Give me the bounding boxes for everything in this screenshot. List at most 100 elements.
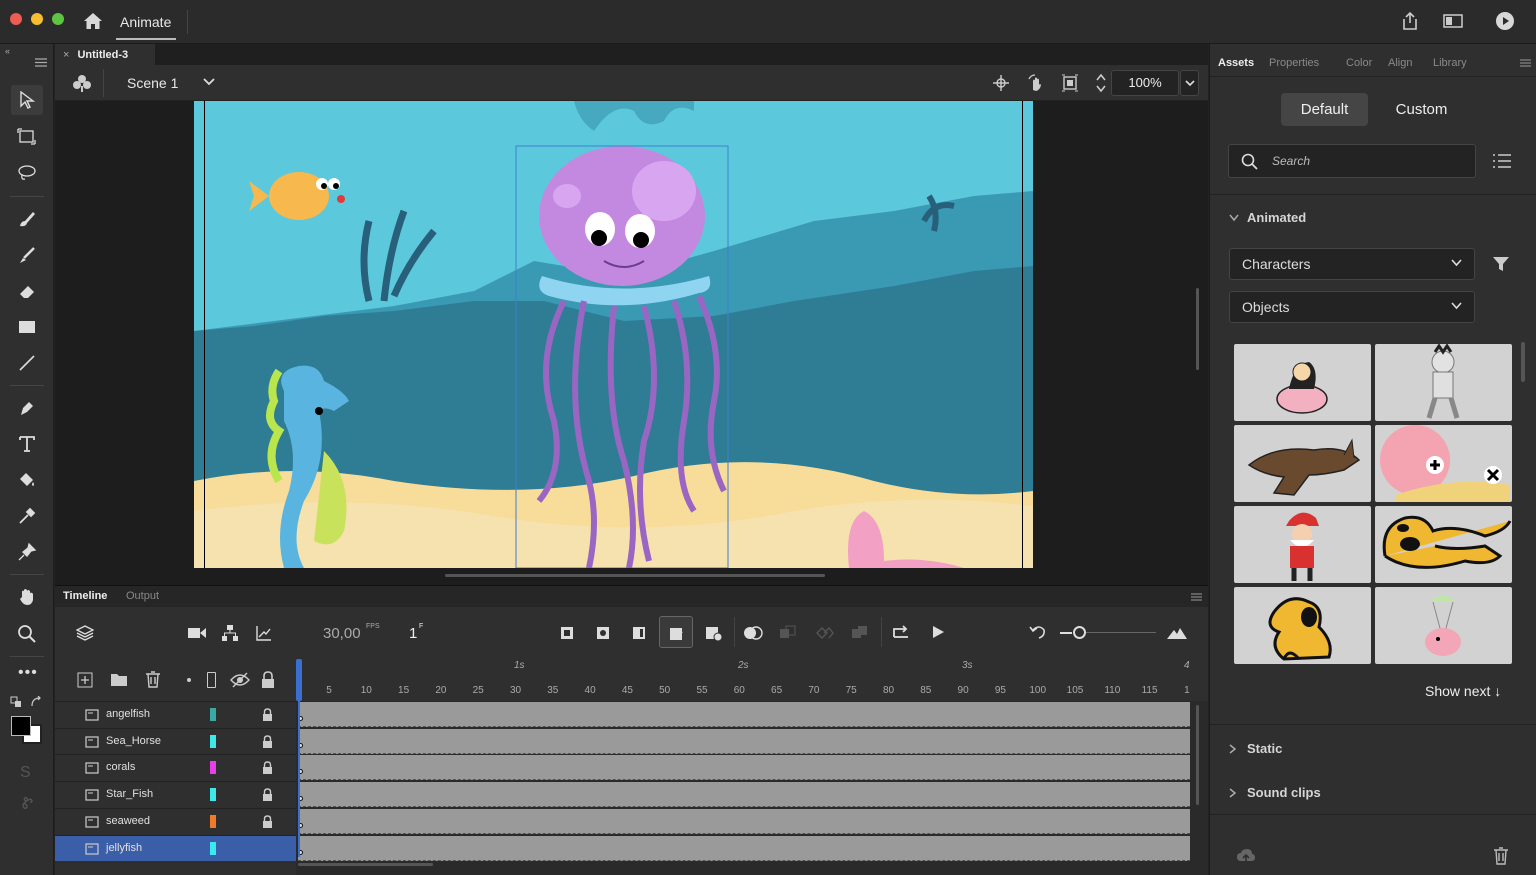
fps-value[interactable]: 30,00 (323, 625, 361, 642)
hide-all-eye-icon[interactable] (230, 672, 250, 688)
animated-chevron-down-icon[interactable] (1229, 214, 1239, 222)
layer-color-swatch[interactable] (210, 708, 216, 721)
tab-timeline[interactable]: Timeline (63, 590, 107, 602)
paint-brush-tool-icon[interactable] (11, 240, 43, 270)
eraser-tool-icon[interactable] (11, 276, 43, 306)
list-view-icon[interactable] (1493, 153, 1511, 169)
stroke-color-swatch[interactable] (11, 716, 31, 736)
layer-color-swatch[interactable] (210, 788, 216, 802)
graph-icon[interactable] (255, 624, 273, 642)
stage-horizontal-scrollbar[interactable] (445, 574, 825, 577)
parenting-icon[interactable] (221, 624, 239, 642)
create-tween-icon[interactable] (743, 625, 763, 641)
zoom-in-mountain-icon[interactable] (1166, 626, 1188, 640)
tab-align[interactable]: Align (1388, 57, 1412, 69)
asset-thumbnail-dog-sitting[interactable] (1234, 587, 1371, 664)
asset-thumbnail-dog-lying[interactable] (1375, 506, 1512, 583)
eyedropper-tool-icon[interactable] (11, 501, 43, 531)
tab-color[interactable]: Color (1346, 57, 1372, 69)
lock-all-icon[interactable] (261, 671, 275, 688)
layer-row[interactable]: seaweed (55, 807, 296, 834)
insert-blank-keyframe-icon[interactable] (596, 626, 610, 640)
layer-name[interactable]: seaweed (106, 815, 150, 827)
frame-ruler[interactable]: 1s 2s 3s 4 5 10 15 20 25 30 35 40 45 50 55 60 65 70 75 80 8… (296, 657, 1208, 701)
asset-thumbnail-pig-rider[interactable] (1234, 344, 1371, 421)
play-icon[interactable] (931, 625, 945, 639)
asset-thumbnail-snail[interactable] (1375, 425, 1512, 502)
rectangle-tool-icon[interactable] (11, 312, 43, 342)
layer-row[interactable]: Star_Fish (55, 781, 296, 807)
panel-menu-icon[interactable] (1520, 59, 1531, 67)
insert-frame-icon[interactable] (632, 626, 646, 640)
lock-icon[interactable] (262, 815, 273, 828)
snap-icon[interactable] (993, 75, 1009, 91)
line-tool-icon[interactable] (11, 348, 43, 378)
tab-output[interactable]: Output (126, 590, 159, 602)
layers-icon[interactable] (76, 624, 94, 642)
timeline-vertical-scrollbar[interactable] (1196, 705, 1199, 805)
stage-area[interactable] (55, 101, 1208, 585)
undo-frame-icon[interactable] (1029, 624, 1047, 640)
scene-name[interactable]: Scene 1 (127, 75, 178, 91)
new-layer-icon[interactable] (77, 672, 93, 688)
shape-tween-icon[interactable] (816, 625, 834, 641)
layer-row[interactable]: jellyfish (55, 834, 296, 861)
fluid-brush-tool-icon[interactable] (11, 204, 43, 234)
rotate-stage-icon[interactable] (1027, 74, 1045, 92)
layer-name[interactable]: corals (106, 761, 135, 773)
paint-bucket-tool-icon[interactable] (11, 465, 43, 495)
convert-keyframes-icon[interactable] (851, 625, 869, 641)
zoom-dropdown-chevron-icon[interactable] (1180, 70, 1199, 96)
frame-row[interactable] (298, 728, 1190, 754)
layer-color-swatch[interactable] (210, 734, 216, 748)
layer-row[interactable]: corals (55, 754, 296, 780)
highlight-layer-icon[interactable] (187, 678, 191, 682)
workspace-icon[interactable] (1443, 13, 1463, 29)
document-tab[interactable]: × Untitled-3 (55, 44, 155, 65)
close-tab-icon[interactable]: × (63, 49, 69, 61)
swap-colors-icon[interactable] (30, 696, 42, 708)
asset-thumbnail-santa[interactable] (1234, 506, 1371, 583)
pin-tool-icon[interactable] (11, 537, 43, 567)
delete-layer-icon[interactable] (145, 671, 161, 688)
test-movie-play-icon[interactable] (1495, 11, 1515, 31)
classic-tween-icon[interactable] (779, 625, 797, 641)
frame-panel[interactable]: 1s 2s 3s 4 5 10 15 20 25 30 35 40 45 50 55 60 65 70 75 80 8… (296, 657, 1208, 875)
timeline-zoom-slider-handle[interactable] (1073, 626, 1086, 639)
share-icon[interactable] (1400, 11, 1420, 31)
auto-keyframe-button[interactable]: A (659, 616, 693, 648)
straighten-icon[interactable]: Ꮡ (22, 796, 33, 814)
layer-row[interactable]: Sea_Horse (55, 727, 296, 754)
layer-color-swatch[interactable] (210, 761, 216, 775)
search-field[interactable]: Search (1228, 144, 1476, 178)
free-transform-tool-icon[interactable] (11, 122, 43, 152)
zoom-tool-icon[interactable] (11, 619, 43, 649)
scene-dropdown-chevron-icon[interactable] (203, 78, 215, 86)
smoothing-icon[interactable]: S (20, 764, 31, 782)
zoom-level-field[interactable]: 100% (1111, 70, 1179, 96)
trash-icon[interactable] (1493, 847, 1509, 865)
frame-row[interactable] (298, 755, 1190, 781)
edit-symbols-icon[interactable] (72, 74, 92, 92)
characters-dropdown[interactable]: Characters (1229, 248, 1475, 280)
camera-icon[interactable] (187, 626, 207, 640)
timeline-zoom-slider-track[interactable] (1086, 632, 1156, 633)
custom-segment-button[interactable]: Custom (1378, 93, 1465, 126)
layer-name[interactable]: jellyfish (106, 842, 142, 854)
sound-chevron-right-icon[interactable] (1229, 788, 1237, 798)
tab-properties[interactable]: Properties (1269, 57, 1319, 69)
asset-thumbnail-mummy[interactable] (1375, 344, 1512, 421)
static-section-title[interactable]: Static (1247, 741, 1282, 756)
lock-icon[interactable] (262, 788, 273, 802)
filter-icon[interactable] (1492, 255, 1510, 273)
show-next-link[interactable]: Show next ↓ (1425, 683, 1501, 699)
zoom-out-icon[interactable] (1060, 632, 1072, 634)
asset-thumbnail-wolf[interactable] (1234, 425, 1371, 502)
layer-name[interactable]: Sea_Horse (106, 735, 161, 747)
lasso-tool-icon[interactable] (11, 158, 43, 188)
frame-row[interactable] (298, 808, 1190, 834)
frame-row[interactable] (298, 702, 1190, 727)
home-icon[interactable] (83, 12, 103, 30)
asset-thumbnail-parachute-pig[interactable] (1375, 587, 1512, 664)
zoom-window-button[interactable] (52, 13, 64, 25)
